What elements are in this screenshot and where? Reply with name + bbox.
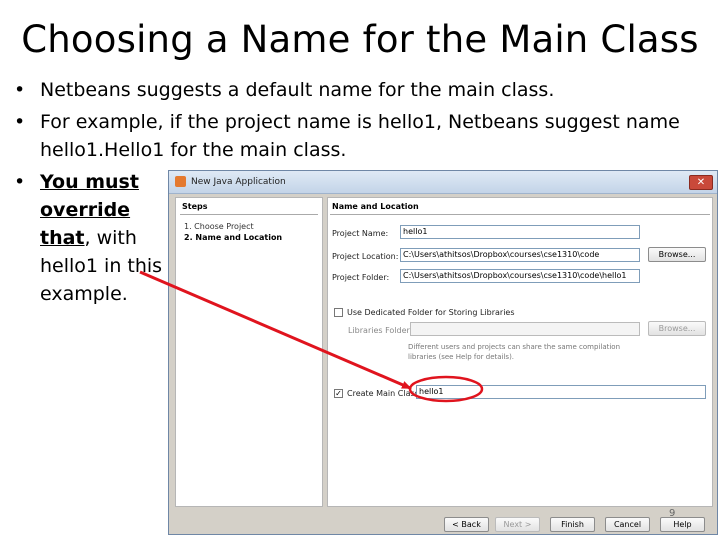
dedicated-folder-checkbox[interactable] xyxy=(334,308,343,317)
help-button[interactable]: Help xyxy=(660,517,705,532)
name-location-panel: Name and Location Project Name: hello1 P… xyxy=(327,197,713,507)
browse-libraries-button[interactable]: Browse... xyxy=(648,321,706,336)
create-main-class-label: Create Main Class xyxy=(347,389,419,398)
project-folder-label: Project Folder: xyxy=(332,273,390,282)
finish-button[interactable]: Finish xyxy=(550,517,595,532)
project-location-label: Project Location: xyxy=(332,252,399,261)
cancel-button[interactable]: Cancel xyxy=(605,517,650,532)
step-name-and-location: 2. Name and Location xyxy=(184,233,283,242)
bullet-item-1: • Netbeans suggests a default name for t… xyxy=(14,76,714,104)
bullet-text: For example, if the project name is hell… xyxy=(40,111,680,161)
project-name-input[interactable]: hello1 xyxy=(400,225,640,239)
steps-divider xyxy=(180,214,318,215)
libraries-note-line-2: libraries (see Help for details). xyxy=(408,353,515,361)
section-divider xyxy=(330,214,710,215)
page-number: 9 xyxy=(669,508,676,519)
project-name-label: Project Name: xyxy=(332,229,389,238)
dialog-titlebar[interactable]: New Java Application ✕ xyxy=(169,171,717,194)
next-button[interactable]: Next > xyxy=(495,517,540,532)
bullet-marker: • xyxy=(14,111,26,133)
browse-location-button[interactable]: Browse... xyxy=(648,247,706,262)
steps-panel: Steps 1. Choose Project 2. Name and Loca… xyxy=(175,197,323,507)
bullet-marker: • xyxy=(14,171,26,193)
bullet-item-3: • You must override that, with hello1 in… xyxy=(14,168,170,308)
step-choose-project: 1. Choose Project xyxy=(184,222,254,231)
new-java-application-dialog: New Java Application ✕ Steps 1. Choose P… xyxy=(168,170,718,535)
slide-title: Choosing a Name for the Main Class xyxy=(21,18,699,61)
project-folder-input[interactable]: C:\Users\athitsos\Dropbox\courses\cse131… xyxy=(400,269,640,283)
steps-heading: Steps xyxy=(182,202,208,211)
bullet-marker: • xyxy=(14,79,26,101)
main-class-input[interactable]: hello1 xyxy=(416,385,706,399)
dialog-title: New Java Application xyxy=(191,177,286,187)
bullet-item-2: • For example, if the project name is he… xyxy=(14,108,714,164)
close-button[interactable]: ✕ xyxy=(689,175,713,190)
bullet-text: Netbeans suggests a default name for the… xyxy=(40,79,555,101)
back-button[interactable]: < Back xyxy=(444,517,489,532)
java-icon xyxy=(175,176,186,187)
libraries-folder-input[interactable] xyxy=(410,322,640,336)
project-location-input[interactable]: C:\Users\athitsos\Dropbox\courses\cse131… xyxy=(400,248,640,262)
libraries-note-line-1: Different users and projects can share t… xyxy=(408,343,621,351)
create-main-class-checkbox[interactable]: ✓ xyxy=(334,389,343,398)
libraries-folder-label: Libraries Folder: xyxy=(348,326,413,335)
dedicated-folder-label: Use Dedicated Folder for Storing Librari… xyxy=(347,308,515,317)
section-heading: Name and Location xyxy=(332,202,419,211)
